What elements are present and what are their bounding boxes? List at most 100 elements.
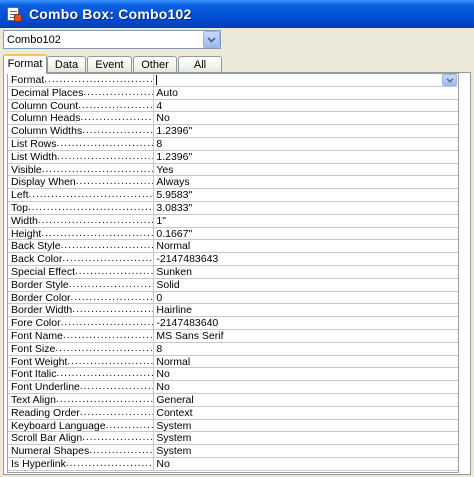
- property-row[interactable]: Left ...................................…: [8, 189, 458, 202]
- property-value[interactable]: -2147483640: [153, 317, 458, 329]
- title-bar[interactable]: Combo Box: Combo102: [0, 0, 474, 28]
- object-selector-combo[interactable]: Combo102: [3, 30, 221, 49]
- property-value[interactable]: No: [153, 381, 458, 393]
- property-row[interactable]: Border Style ...........................…: [8, 278, 458, 292]
- property-row[interactable]: List Width .............................…: [8, 150, 458, 164]
- property-value[interactable]: 5.9583": [153, 189, 458, 201]
- property-row[interactable]: Height .................................…: [8, 227, 458, 241]
- property-value[interactable]: Sunken: [153, 265, 458, 278]
- property-row[interactable]: Format .................................…: [8, 74, 458, 87]
- property-row[interactable]: Font Weight ............................…: [8, 355, 458, 369]
- property-value[interactable]: 1.2396": [153, 150, 458, 163]
- property-value[interactable]: No: [153, 368, 458, 381]
- property-label-cell: Reading Order ..........................…: [8, 407, 153, 419]
- property-label-cell: Display When ...........................…: [8, 176, 153, 188]
- property-value[interactable]: 1.2396": [153, 125, 458, 137]
- dot-leader: ........................................: [68, 278, 154, 290]
- property-row[interactable]: Column Count ...........................…: [8, 99, 458, 113]
- tab-format[interactable]: Format: [3, 54, 47, 74]
- property-value-text: 8: [156, 342, 163, 355]
- property-value[interactable]: [153, 74, 458, 86]
- property-label-cell: Text Align .............................…: [8, 394, 153, 406]
- dot-leader: ........................................: [79, 406, 154, 418]
- tab-all[interactable]: All: [178, 56, 222, 73]
- tab-event[interactable]: Event: [87, 56, 132, 73]
- property-name: Font Size: [11, 342, 56, 355]
- dot-leader: ........................................: [60, 240, 154, 252]
- property-name: Width: [11, 214, 38, 227]
- property-row[interactable]: Column Heads ...........................…: [8, 112, 458, 126]
- format-dropdown-button[interactable]: [442, 74, 457, 86]
- property-row[interactable]: Border Width ...........................…: [8, 304, 458, 318]
- property-value[interactable]: Normal: [153, 240, 458, 253]
- property-name: Text Align: [11, 393, 56, 406]
- dot-leader: ........................................: [65, 457, 154, 469]
- property-value[interactable]: 4: [153, 99, 458, 112]
- property-row[interactable]: Numeral Shapes .........................…: [8, 445, 458, 458]
- property-name: Format: [11, 74, 45, 86]
- property-value-text: 1": [156, 214, 166, 227]
- property-row[interactable]: Is Hyperlink ...........................…: [8, 457, 458, 471]
- properties-sheet-icon: [6, 6, 23, 23]
- tab-other[interactable]: Other: [133, 56, 177, 73]
- property-value[interactable]: Yes: [153, 163, 458, 176]
- property-label-cell: List Rows ..............................…: [8, 138, 153, 150]
- property-value[interactable]: Hairline: [153, 304, 458, 317]
- property-row[interactable]: Decimal Places .........................…: [8, 86, 458, 100]
- property-value[interactable]: General: [153, 393, 458, 406]
- property-value[interactable]: 8: [153, 137, 458, 150]
- property-value-text: 5.9583": [156, 189, 193, 201]
- property-row[interactable]: Width ..................................…: [8, 214, 458, 228]
- property-value[interactable]: Always: [153, 176, 458, 189]
- property-label-cell: Numeral Shapes .........................…: [8, 445, 153, 457]
- property-value[interactable]: 0: [153, 291, 458, 304]
- property-row[interactable]: Special Effect .........................…: [8, 265, 458, 279]
- dot-leader: ........................................: [60, 317, 154, 329]
- dot-leader: ........................................: [83, 86, 154, 98]
- property-row[interactable]: Back Color .............................…: [8, 253, 458, 266]
- property-row[interactable]: Font Underline .........................…: [8, 381, 458, 394]
- property-row[interactable]: Fore Color .............................…: [8, 317, 458, 330]
- property-row[interactable]: Top ....................................…: [8, 201, 458, 215]
- property-row[interactable]: Column Widths ..........................…: [8, 125, 458, 138]
- property-row[interactable]: Keyboard Language ......................…: [8, 419, 458, 433]
- property-row[interactable]: Text Align .............................…: [8, 393, 458, 407]
- property-row[interactable]: List Rows ..............................…: [8, 137, 458, 151]
- property-value[interactable]: 0.1667": [153, 227, 458, 240]
- property-label-cell: Visible ................................…: [8, 164, 153, 176]
- property-value[interactable]: Context: [153, 406, 458, 419]
- property-row[interactable]: Visible ................................…: [8, 163, 458, 177]
- property-name: Keyboard Language: [11, 419, 106, 432]
- property-label-cell: Font Weight ............................…: [8, 356, 153, 368]
- property-row[interactable]: Font Italic ............................…: [8, 368, 458, 382]
- property-row[interactable]: Display When ...........................…: [8, 176, 458, 190]
- property-value[interactable]: Normal: [153, 355, 458, 368]
- property-label-cell: Special Effect .........................…: [8, 266, 153, 278]
- property-name: Font Weight: [11, 355, 68, 368]
- property-label-cell: Column Count ...........................…: [8, 100, 153, 112]
- property-value[interactable]: System: [153, 432, 458, 445]
- property-value[interactable]: Solid: [153, 278, 458, 291]
- property-row[interactable]: Border Color ...........................…: [8, 291, 458, 305]
- property-value[interactable]: -2147483643: [153, 253, 458, 265]
- property-value[interactable]: No: [153, 457, 458, 470]
- property-value[interactable]: 3.0833": [153, 201, 458, 214]
- property-label-cell: Font Italic ............................…: [8, 368, 153, 380]
- property-value[interactable]: No: [153, 112, 458, 125]
- property-row[interactable]: Scroll Bar Align .......................…: [8, 432, 458, 446]
- property-value[interactable]: MS Sans Serif: [153, 329, 458, 342]
- dot-leader: ........................................: [55, 342, 154, 354]
- property-value[interactable]: System: [153, 419, 458, 432]
- property-row[interactable]: Reading Order ..........................…: [8, 406, 458, 420]
- property-value[interactable]: 8: [153, 342, 458, 355]
- property-row[interactable]: Font Size ..............................…: [8, 342, 458, 356]
- dot-leader: ........................................: [67, 355, 153, 367]
- property-value[interactable]: 1": [153, 214, 458, 227]
- property-value-text: Auto: [156, 86, 178, 99]
- property-row[interactable]: Font Name ..............................…: [8, 329, 458, 343]
- property-value[interactable]: System: [153, 445, 458, 457]
- property-row[interactable]: Back Style .............................…: [8, 240, 458, 254]
- object-selector-dropdown-button[interactable]: [203, 31, 220, 48]
- tab-data[interactable]: Data: [47, 56, 86, 73]
- property-value[interactable]: Auto: [153, 86, 458, 99]
